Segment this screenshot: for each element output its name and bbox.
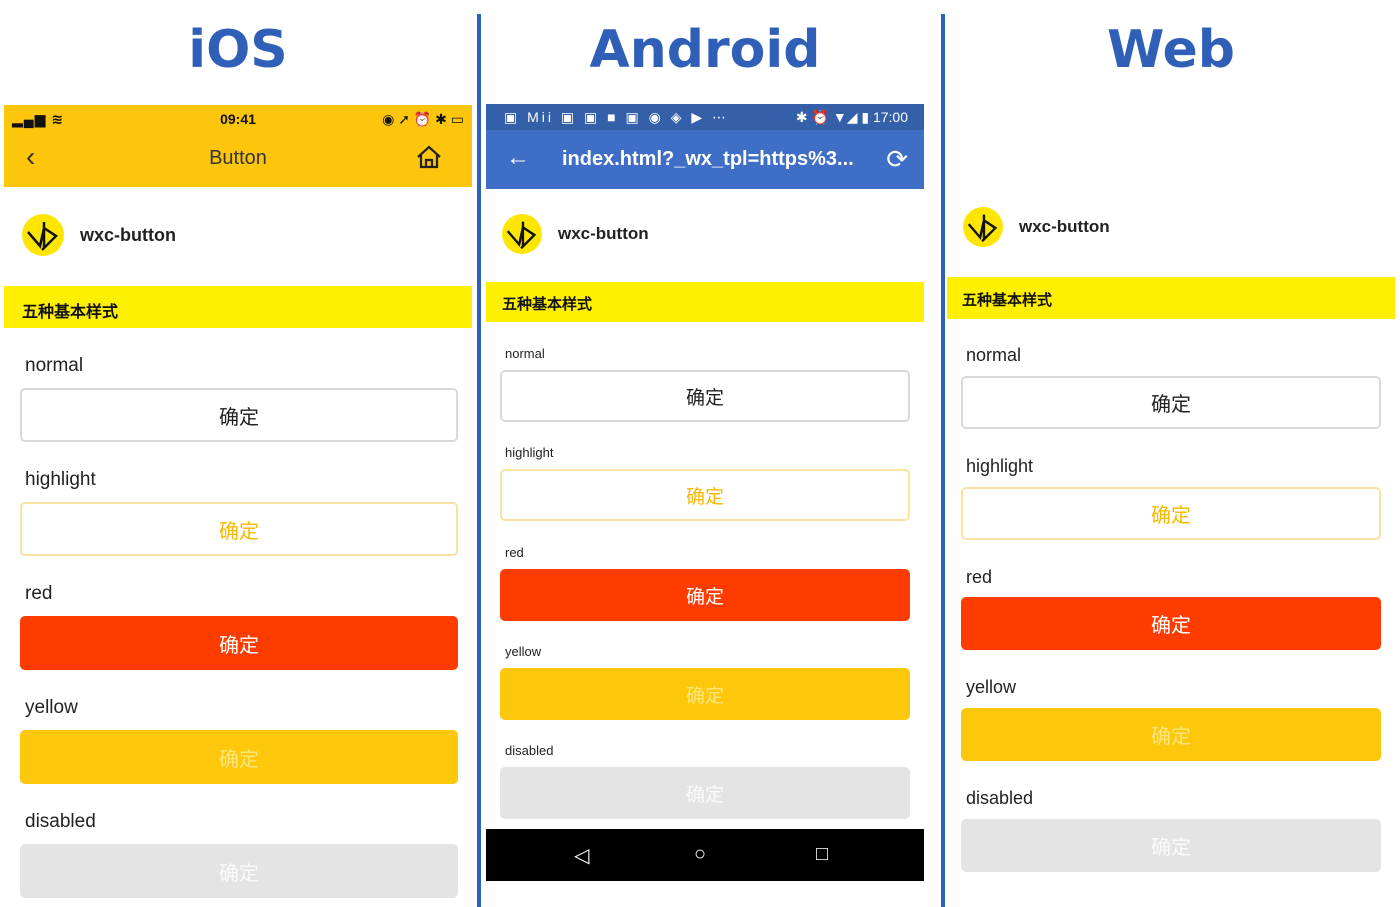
label-highlight: highlight — [25, 469, 96, 490]
button-highlight[interactable]: 确定 — [20, 502, 458, 556]
label-red: red — [25, 583, 53, 604]
button-disabled: 确定 — [961, 819, 1381, 872]
column-divider — [941, 14, 945, 907]
label-yellow: yellow — [966, 677, 1017, 697]
button-yellow[interactable]: 确定 — [20, 730, 458, 784]
android-navigation-bar: ◁ ○ □ — [486, 829, 924, 881]
label-red: red — [966, 567, 993, 587]
web-column-title: Web — [1107, 20, 1235, 80]
home-icon[interactable] — [416, 145, 442, 174]
nav-recents-icon[interactable]: □ — [816, 843, 828, 866]
label-red: red — [505, 545, 524, 560]
back-arrow-icon[interactable]: ← — [506, 144, 530, 172]
button-highlight[interactable]: 确定 — [961, 487, 1381, 540]
web-column: Web wxc-button 五种基本样式 normal 确定 highligh… — [947, 0, 1395, 907]
label-yellow: yellow — [505, 644, 542, 659]
button-normal[interactable]: 确定 — [20, 388, 458, 442]
label-normal: normal — [966, 345, 1022, 365]
battery-icon: ◉ ➚ ⏰ ✱ ▭ — [382, 111, 464, 127]
section-title: 五种基本样式 — [947, 277, 1395, 319]
label-normal: normal — [505, 346, 545, 361]
ios-navigation-bar: ▂▄▆ ≋ 09:41 ◉ ➚ ⏰ ✱ ▭ ‹ Button — [4, 105, 472, 187]
ios-nav-title: Button — [209, 147, 267, 169]
button-disabled: 确定 — [20, 844, 458, 898]
nav-back-icon[interactable]: ◁ — [574, 843, 589, 868]
brand-name: wxc-button — [558, 224, 649, 243]
android-column: Android ▣ Mii ▣ ▣ ■ ▣ ◉ ◈ ▶ ⋯ ✱ ⏰ ▼◢ ▮ 1… — [486, 0, 924, 907]
android-column-title: Android — [589, 20, 821, 80]
nav-home-icon[interactable]: ○ — [694, 843, 706, 866]
button-red[interactable]: 确定 — [20, 616, 458, 670]
button-disabled: 确定 — [500, 767, 910, 819]
button-red[interactable]: 确定 — [961, 597, 1381, 650]
brand-name: wxc-button — [80, 224, 176, 245]
label-disabled: disabled — [505, 743, 554, 758]
ios-status-bar: ▂▄▆ ≋ 09:41 ◉ ➚ ⏰ ✱ ▭ — [4, 105, 472, 133]
android-status-right: ✱ ⏰ ▼◢ ▮ 17:00 — [795, 109, 908, 125]
column-divider — [477, 14, 481, 907]
android-status-time: 17:00 — [872, 109, 908, 125]
label-highlight: highlight — [966, 456, 1034, 476]
button-yellow[interactable]: 确定 — [500, 668, 910, 720]
button-red[interactable]: 确定 — [500, 569, 910, 621]
button-normal[interactable]: 确定 — [961, 376, 1381, 429]
weex-logo-icon — [502, 214, 542, 254]
ios-column: iOS ▂▄▆ ≋ 09:41 ◉ ➚ ⏰ ✱ ▭ ‹ Button wxc-b… — [4, 0, 472, 907]
label-highlight: highlight — [505, 445, 554, 460]
brand: wxc-button — [502, 214, 649, 254]
button-normal[interactable]: 确定 — [500, 370, 910, 422]
refresh-icon[interactable]: ⟳ — [886, 144, 908, 175]
android-toolbar: ← index.html?_wx_tpl=https%3... ⟳ — [486, 130, 924, 189]
label-disabled: disabled — [966, 788, 1034, 808]
android-status-carrier: Mii — [527, 109, 555, 125]
button-yellow[interactable]: 确定 — [961, 708, 1381, 761]
label-disabled: disabled — [25, 811, 96, 832]
android-status-bar: ▣ Mii ▣ ▣ ■ ▣ ◉ ◈ ▶ ⋯ ✱ ⏰ ▼◢ ▮ 17:00 — [486, 104, 924, 130]
weex-logo-icon — [22, 214, 64, 256]
notification-icons: ▣ Mii ▣ ▣ ■ ▣ ◉ ◈ ▶ ⋯ — [504, 109, 730, 125]
section-title: 五种基本样式 — [4, 286, 472, 328]
android-url-title: index.html?_wx_tpl=https%3... — [562, 148, 854, 170]
weex-logo-icon — [963, 207, 1003, 247]
section-title: 五种基本样式 — [486, 282, 924, 322]
label-normal: normal — [25, 355, 84, 376]
brand: wxc-button — [963, 207, 1110, 247]
brand: wxc-button — [22, 214, 176, 256]
ios-column-title: iOS — [188, 20, 288, 80]
button-highlight[interactable]: 确定 — [500, 469, 910, 521]
brand-name: wxc-button — [1019, 217, 1110, 236]
label-yellow: yellow — [25, 697, 78, 718]
